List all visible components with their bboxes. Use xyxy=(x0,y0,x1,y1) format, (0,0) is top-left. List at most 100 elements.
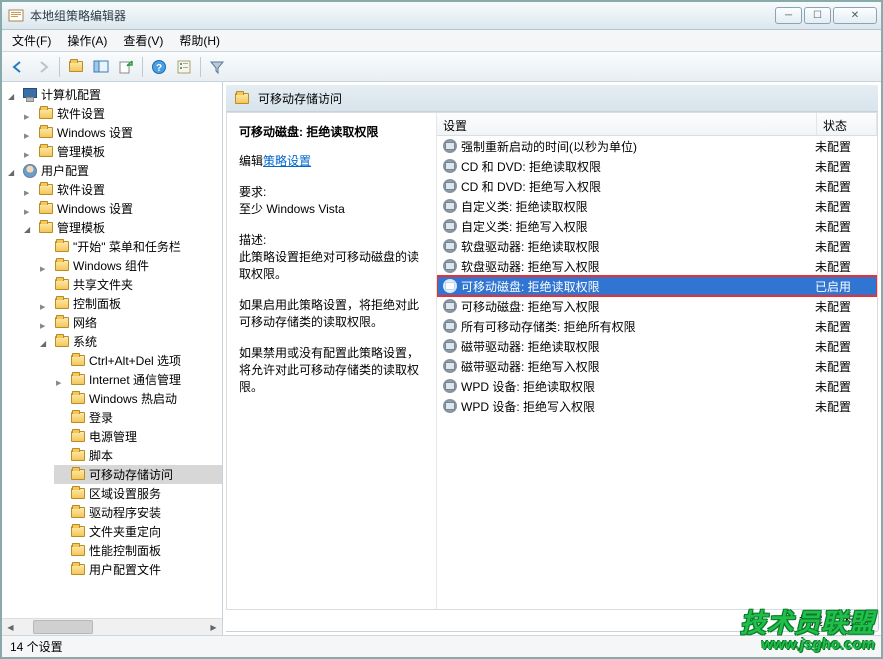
tree-admin-templates[interactable]: 管理模板 xyxy=(22,218,222,237)
policy-row[interactable]: 自定义类: 拒绝写入权限未配置 xyxy=(437,216,877,236)
policy-row[interactable]: WPD 设备: 拒绝写入权限未配置 xyxy=(437,396,877,416)
policy-row[interactable]: 软盘驱动器: 拒绝写入权限未配置 xyxy=(437,256,877,276)
minimize-button[interactable]: ─ xyxy=(775,7,802,24)
policy-row[interactable]: 所有可移动存储类: 拒绝所有权限未配置 xyxy=(437,316,877,336)
tab-standard[interactable]: 标准 xyxy=(833,610,879,632)
folder-icon xyxy=(71,450,85,461)
properties-button[interactable] xyxy=(172,55,196,79)
folder-icon xyxy=(71,431,85,442)
description-text: 如果禁用或没有配置此策略设置，将允许对此可移动存储类的读取权限。 xyxy=(239,344,428,395)
edit-policy-link[interactable]: 策略设置 xyxy=(263,154,311,168)
policy-row[interactable]: 强制重新启动的时间(以秒为单位)未配置 xyxy=(437,136,877,156)
menu-help[interactable]: 帮助(H) xyxy=(171,30,228,51)
tree-admin-templates[interactable]: 管理模板 xyxy=(22,142,222,161)
tree-pane[interactable]: 计算机配置 软件设置 Windows 设置 管理模板 用户配置 软件设置 Win… xyxy=(2,82,223,635)
tree-driver-install[interactable]: 驱动程序安装 xyxy=(54,503,222,522)
policy-row[interactable]: 软盘驱动器: 拒绝读取权限未配置 xyxy=(437,236,877,256)
policy-label: 可移动磁盘: 拒绝读取权限 xyxy=(461,278,600,295)
tree-start-taskbar[interactable]: "开始" 菜单和任务栏 xyxy=(38,237,222,256)
policy-icon xyxy=(443,339,457,353)
tree-folder-redirect[interactable]: 文件夹重定向 xyxy=(54,522,222,541)
tree-software-settings[interactable]: 软件设置 xyxy=(22,104,222,123)
tree-label: 管理模板 xyxy=(57,143,105,160)
policy-row[interactable]: CD 和 DVD: 拒绝写入权限未配置 xyxy=(437,176,877,196)
tree-internet-comm[interactable]: Internet 通信管理 xyxy=(54,370,222,389)
user-icon xyxy=(23,164,37,178)
tree-ctrl-alt-del[interactable]: Ctrl+Alt+Del 选项 xyxy=(54,351,222,370)
policy-row[interactable]: 自定义类: 拒绝读取权限未配置 xyxy=(437,196,877,216)
tree-label: 性能控制面板 xyxy=(89,542,161,559)
list-body[interactable]: 强制重新启动的时间(以秒为单位)未配置CD 和 DVD: 拒绝读取权限未配置CD… xyxy=(437,136,877,609)
tree-windows-settings[interactable]: Windows 设置 xyxy=(22,123,222,142)
tree-label: 共享文件夹 xyxy=(73,276,133,293)
tree-locale-services[interactable]: 区域设置服务 xyxy=(54,484,222,503)
policy-row[interactable]: WPD 设备: 拒绝读取权限未配置 xyxy=(437,376,877,396)
tree-network[interactable]: 网络 xyxy=(38,313,222,332)
policy-label: 强制重新启动的时间(以秒为单位) xyxy=(461,138,637,155)
column-state[interactable]: 状态 xyxy=(817,113,877,135)
forward-button[interactable] xyxy=(31,55,55,79)
tree-windows-settings[interactable]: Windows 设置 xyxy=(22,199,222,218)
export-button[interactable] xyxy=(114,55,138,79)
policy-row[interactable]: 磁带驱动器: 拒绝读取权限 未配置 xyxy=(437,336,877,356)
policy-icon xyxy=(443,279,457,293)
tree-scripts[interactable]: 脚本 xyxy=(54,446,222,465)
maximize-button[interactable]: ☐ xyxy=(804,7,831,24)
tree-label: 用户配置文件 xyxy=(89,561,161,578)
menu-file[interactable]: 文件(F) xyxy=(4,30,59,51)
show-hide-tree-button[interactable] xyxy=(89,55,113,79)
column-setting[interactable]: 设置 xyxy=(437,113,817,135)
policy-label: 自定义类: 拒绝写入权限 xyxy=(461,218,588,235)
policy-row[interactable]: CD 和 DVD: 拒绝读取权限未配置 xyxy=(437,156,877,176)
policy-row[interactable]: 可移动磁盘: 拒绝读取权限已启用 xyxy=(437,276,877,296)
folder-icon xyxy=(39,203,53,214)
policy-state: 未配置 xyxy=(815,338,875,355)
folder-icon xyxy=(71,469,85,480)
tab-extended[interactable]: 扩展 xyxy=(788,610,834,632)
tree-power-mgmt[interactable]: 电源管理 xyxy=(54,427,222,446)
tree-shared-folders[interactable]: 共享文件夹 xyxy=(38,275,222,294)
menu-action[interactable]: 操作(A) xyxy=(59,30,115,51)
policy-label: 磁带驱动器: 拒绝读取权限 xyxy=(461,338,600,355)
tree-removable-storage[interactable]: 可移动存储访问 xyxy=(54,465,222,484)
folder-icon xyxy=(39,146,53,157)
policy-row[interactable]: 可移动磁盘: 拒绝写入权限未配置 xyxy=(437,296,877,316)
policy-state: 未配置 xyxy=(815,198,875,215)
policy-state: 未配置 xyxy=(815,178,875,195)
tree-logon[interactable]: 登录 xyxy=(54,408,222,427)
folder-icon xyxy=(39,127,53,138)
tree-label: Windows 设置 xyxy=(57,124,133,141)
folder-icon xyxy=(39,108,53,119)
tree-perf-cpl[interactable]: 性能控制面板 xyxy=(54,541,222,560)
policy-label: 软盘驱动器: 拒绝写入权限 xyxy=(461,258,600,275)
tree-label: 脚本 xyxy=(89,447,113,464)
tree-label: Windows 组件 xyxy=(73,257,149,274)
status-count: 14 个设置 xyxy=(10,638,63,655)
help-button[interactable]: ? xyxy=(147,55,171,79)
policy-label: 所有可移动存储类: 拒绝所有权限 xyxy=(461,318,636,335)
tree-system[interactable]: 系统 xyxy=(38,332,222,351)
content-area: 可移动磁盘: 拒绝读取权限 编辑策略设置 要求: 至少 Windows Vist… xyxy=(226,112,878,610)
folder-icon xyxy=(235,93,249,104)
menu-view[interactable]: 查看(V) xyxy=(115,30,171,51)
tree-computer-config[interactable]: 计算机配置 xyxy=(6,85,222,104)
policy-state: 未配置 xyxy=(815,398,875,415)
close-button[interactable]: ✕ xyxy=(833,7,877,24)
back-button[interactable] xyxy=(6,55,30,79)
policy-label: WPD 设备: 拒绝读取权限 xyxy=(461,378,595,395)
policy-row[interactable]: 磁带驱动器: 拒绝写入权限未配置 xyxy=(437,356,877,376)
tree-windows-hotstart[interactable]: Windows 热启动 xyxy=(54,389,222,408)
tree-scrollbar-h[interactable]: ◀▶ xyxy=(2,618,222,635)
edit-prefix: 编辑 xyxy=(239,154,263,168)
tree-user-profiles[interactable]: 用户配置文件 xyxy=(54,560,222,579)
tree-user-config[interactable]: 用户配置 xyxy=(6,161,222,180)
tree-software-settings[interactable]: 软件设置 xyxy=(22,180,222,199)
policy-name: 可移动磁盘: 拒绝读取权限 xyxy=(239,123,428,140)
tree-control-panel[interactable]: 控制面板 xyxy=(38,294,222,313)
tree-windows-components[interactable]: Windows 组件 xyxy=(38,256,222,275)
folder-icon xyxy=(55,279,69,290)
filter-button[interactable] xyxy=(205,55,229,79)
tree-label: "开始" 菜单和任务栏 xyxy=(73,238,181,255)
policy-icon xyxy=(443,139,457,153)
up-button[interactable] xyxy=(64,55,88,79)
